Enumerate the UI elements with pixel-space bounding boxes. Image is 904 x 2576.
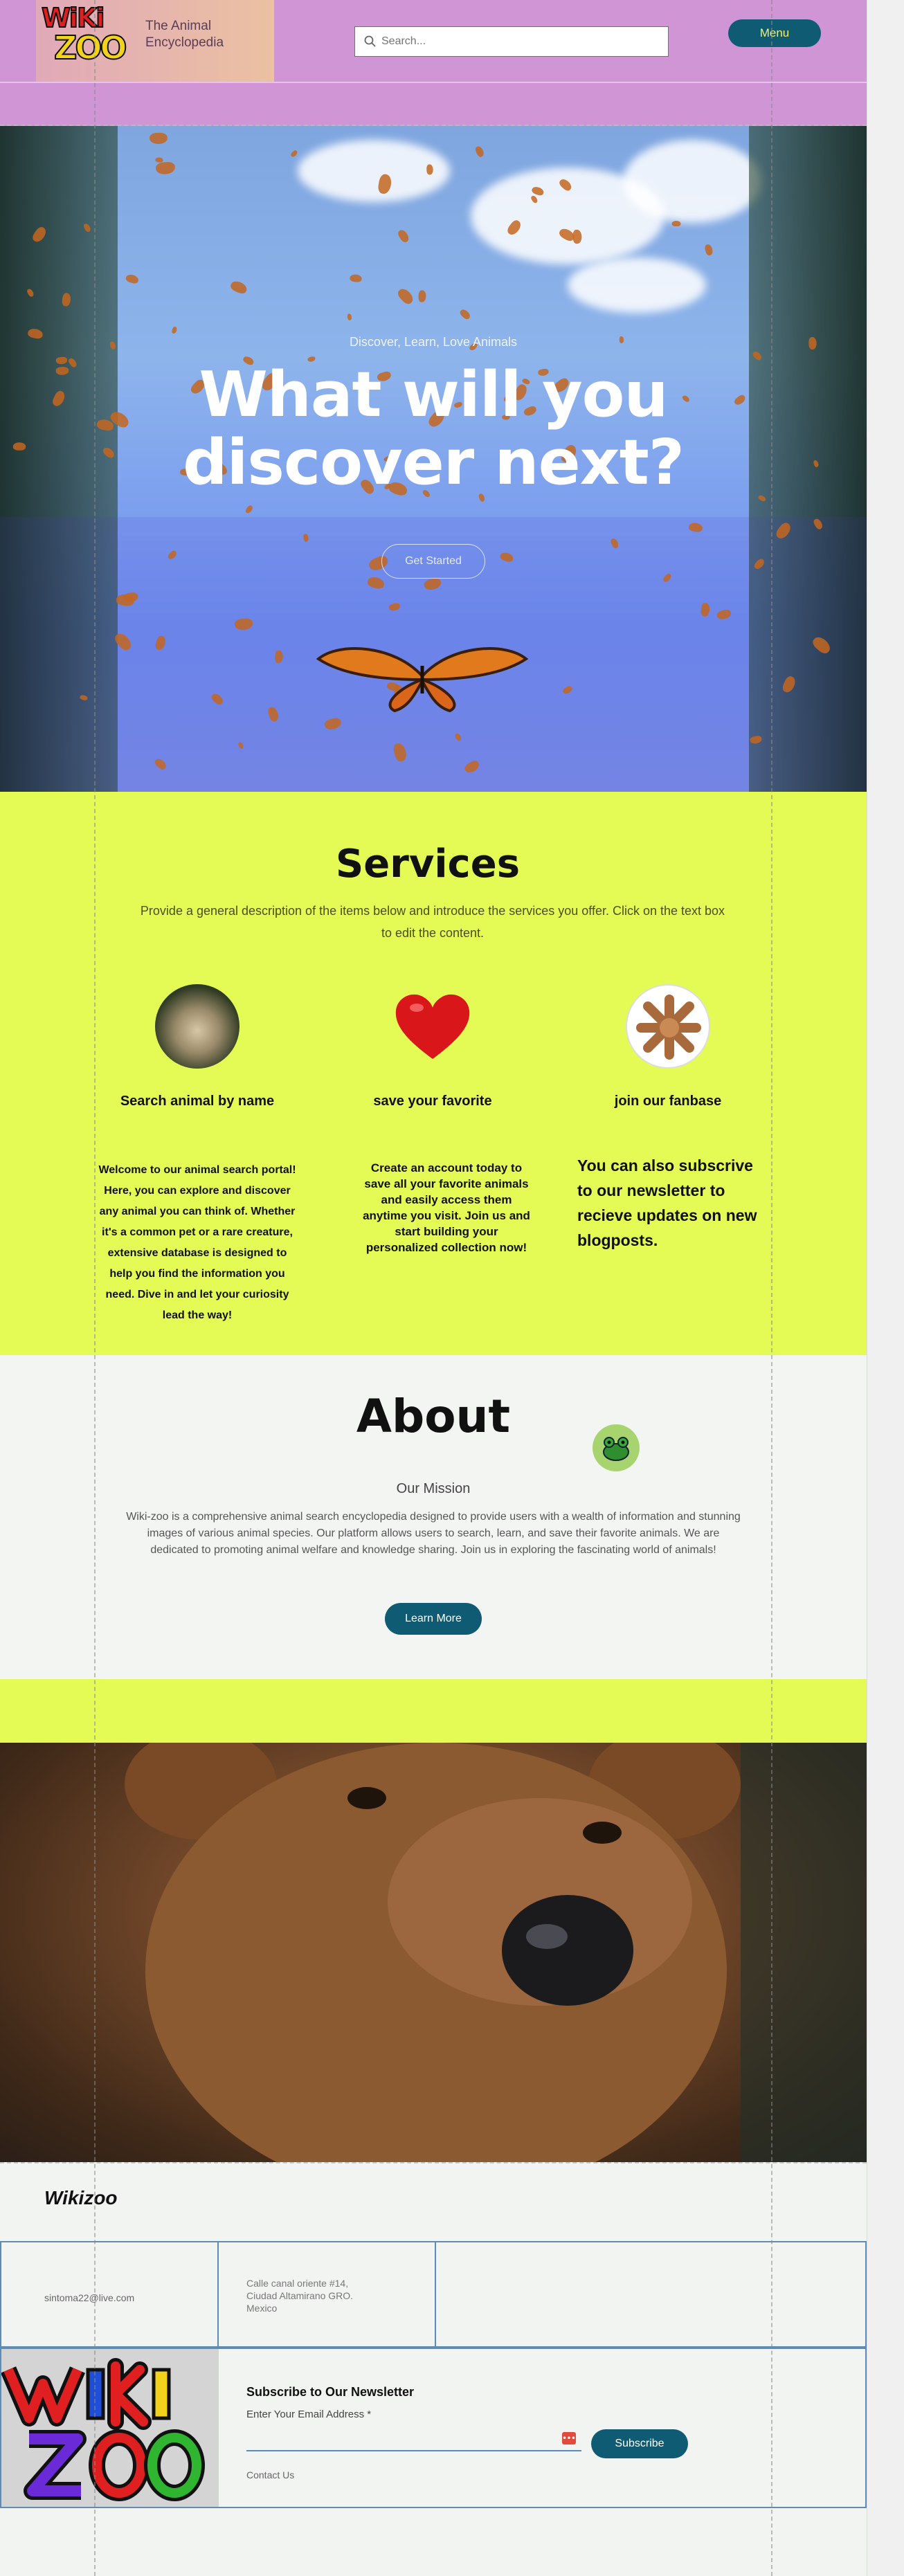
butterfly-shape <box>426 164 433 175</box>
butterfly-shape <box>671 220 681 226</box>
butterfly-shape <box>347 313 352 321</box>
service-title-fanbase: join our fanbase <box>614 1094 722 1109</box>
about-title: About <box>356 1390 511 1443</box>
cloud-shape <box>623 140 761 223</box>
cloud-shape <box>568 257 706 313</box>
newsletter-email-label: Enter Your Email Address * <box>246 2409 372 2420</box>
butterfly-shape <box>228 279 248 296</box>
footer-brand[interactable]: Wikizoo <box>44 2187 118 2209</box>
contact-us-link[interactable]: Contact Us <box>246 2469 294 2480</box>
butterfly-shape <box>12 442 26 451</box>
heart-icon <box>395 994 470 1059</box>
butterfly-shape <box>395 286 415 307</box>
hero-section: Discover, Learn, Love Animals What will … <box>0 126 867 792</box>
newsletter-title: Subscribe to Our Newsletter <box>246 2385 415 2399</box>
about-section: About Our Mission Wiki-zoo is a comprehe… <box>0 1355 867 1679</box>
logo-zoo-text: ZOO <box>53 28 128 67</box>
butterfly-shape <box>704 243 714 257</box>
butterfly-shape <box>732 393 747 407</box>
butterfly-shape <box>125 273 140 284</box>
scrollbar-track[interactable] <box>867 0 904 2576</box>
logo-box[interactable]: WiKi ZOO The Animal Encyclopedia <box>36 0 274 82</box>
hero-title: What will you discover next? <box>183 359 685 499</box>
butterfly-shape <box>170 325 178 334</box>
service-text-search: Welcome to our animal search portal! Her… <box>98 1164 296 1321</box>
butterfly-shape <box>418 289 426 302</box>
butterfly-shape <box>244 504 254 514</box>
hero-kicker: Discover, Learn, Love Animals <box>349 335 518 349</box>
service-text-favorite: Create an account today to save all your… <box>363 1161 530 1254</box>
wikizoo-logo-large <box>0 2349 219 2507</box>
butterfly-shape <box>149 132 168 144</box>
footer-email[interactable]: sintoma22@live.com <box>44 2292 134 2303</box>
butterfly-shape <box>289 149 298 158</box>
butterfly-shape <box>474 145 486 158</box>
butterfly-shape <box>349 274 362 283</box>
service-title-search: Search animal by name <box>120 1094 275 1109</box>
password-manager-icon[interactable]: ••• <box>562 2432 576 2445</box>
site-tagline: The Animal Encyclopedia <box>145 19 224 50</box>
service-text-fanbase: You can also subscrive to our newsletter… <box>577 1157 757 1249</box>
services-title: Services <box>335 842 521 887</box>
search-box[interactable] <box>354 26 669 57</box>
menu-button[interactable]: Menu <box>728 19 821 47</box>
search-icon <box>364 35 376 47</box>
footer-address: Calle canal oriente #14, Ciudad Altamira… <box>246 2278 354 2314</box>
butterfly-shape <box>397 228 411 244</box>
services-description: Provide a general description of the ite… <box>140 904 725 940</box>
footer-newsletter-row: Subscribe to Our Newsletter Enter Your E… <box>0 2348 867 2508</box>
services-section: Services Provide a general description o… <box>0 792 867 1355</box>
frog-icon <box>593 1424 640 1471</box>
footer-contact-row: sintoma22@live.com Calle canal oriente #… <box>0 2241 867 2348</box>
site-footer: Wikizoo sintoma22@live.com Calle canal o… <box>0 2162 867 2576</box>
newsletter-email-input[interactable] <box>246 2427 581 2451</box>
hands-together-image <box>626 984 710 1069</box>
service-title-favorite: save your favorite <box>373 1094 492 1109</box>
header-divider <box>0 82 867 83</box>
about-subtitle: Our Mission <box>396 1481 471 1496</box>
get-started-button[interactable]: Get Started <box>381 544 485 579</box>
subscribe-button[interactable]: Subscribe <box>591 2429 688 2458</box>
learn-more-button[interactable]: Learn More <box>385 1603 482 1635</box>
site-header: WiKi ZOO The Animal Encyclopedia Menu <box>0 0 867 126</box>
footer-logo[interactable] <box>0 2349 219 2507</box>
hamster-image <box>155 984 239 1069</box>
monarch-butterfly-icon <box>316 647 529 713</box>
lime-stripe <box>0 1679 867 1743</box>
bear-image <box>0 1743 867 2162</box>
search-input[interactable] <box>381 33 658 51</box>
butterfly-shape <box>155 161 176 175</box>
butterfly-shape <box>458 307 472 320</box>
hands-icon <box>636 995 701 1060</box>
about-body: Wiki-zoo is a comprehensive animal searc… <box>126 1511 741 1556</box>
wikizoo-logo[interactable]: WiKi ZOO <box>39 2 133 67</box>
bear-face-icon <box>125 1743 867 2162</box>
